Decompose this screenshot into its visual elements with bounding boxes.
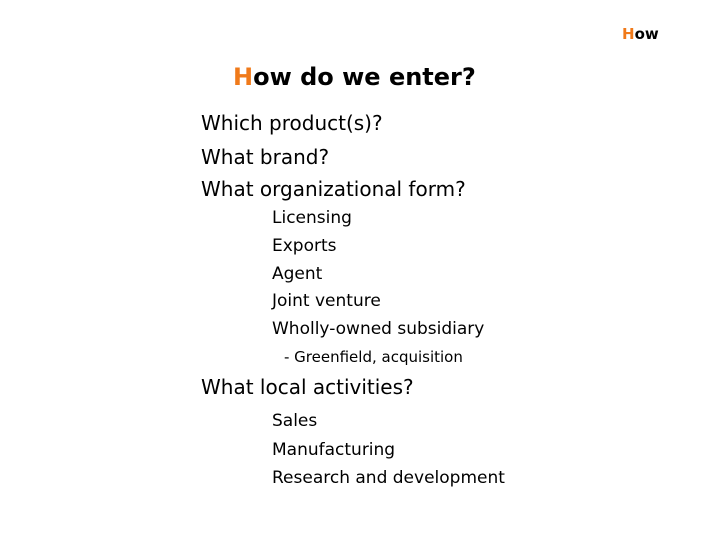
corner-label-initial: H [622, 25, 635, 43]
title-initial: H [233, 63, 254, 91]
question-product: Which product(s)? [201, 111, 383, 135]
org-form-exports: Exports [272, 236, 337, 256]
slide-title: How do we enter? [233, 62, 476, 92]
activity-research-and-development: Research and development [272, 468, 505, 488]
title-rest: ow do we enter? [253, 63, 476, 91]
subsidiary-detail: - Greenfield, acquisition [284, 348, 463, 366]
question-brand: What brand? [201, 145, 330, 169]
corner-label-rest: ow [634, 25, 659, 43]
question-organizational-form: What organizational form? [201, 177, 466, 201]
org-form-licensing: Licensing [272, 208, 352, 228]
org-form-agent: Agent [272, 264, 323, 284]
activity-sales: Sales [272, 411, 318, 431]
corner-section-label: How [622, 25, 659, 43]
org-form-wholly-owned-subsidiary: Wholly-owned subsidiary [272, 319, 485, 339]
question-local-activities: What local activities? [201, 375, 414, 399]
activity-manufacturing: Manufacturing [272, 440, 396, 460]
org-form-joint-venture: Joint venture [272, 291, 381, 311]
